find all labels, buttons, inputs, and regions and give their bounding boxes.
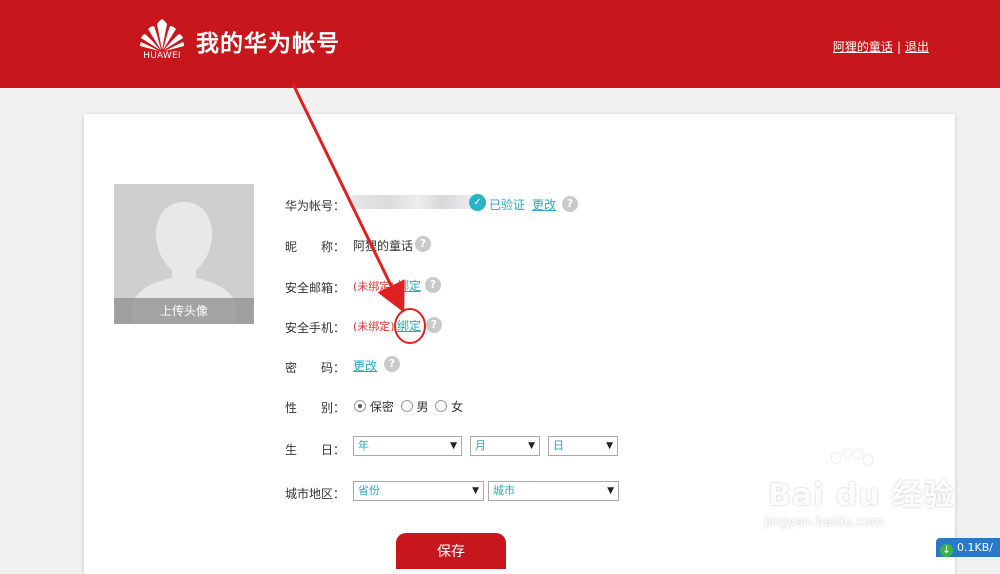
account-change-link[interactable]: 更改 [532,196,556,213]
page-title: 我的华为帐号 [196,31,340,57]
password-change-link-text[interactable]: 更改 [353,359,377,373]
gender-label: 性 别： [285,401,346,415]
username-link[interactable]: 阿狸的童话 [833,40,893,54]
account-label: 华为帐号： [285,199,346,213]
top-header: HUAWEI 我的华为帐号 阿狸的童话 | 退出 [0,0,1000,88]
province-select[interactable]: 省份 ▼ [353,481,484,501]
phone-status: (未绑定) [353,320,395,333]
birthday-month-select[interactable]: 月 ▼ [470,436,540,456]
birthday-month-value: 月 [475,439,486,452]
birthday-day-select[interactable]: 日 ▼ [548,436,618,456]
birthday-year-select[interactable]: 年 ▼ [353,436,462,456]
gender-radio-female[interactable] [435,400,448,412]
download-speed-widget[interactable]: ↓ 0.1KB/ [936,538,1000,557]
logout-link[interactable]: 退出 [905,40,929,54]
baidu-watermark: Bai du 经验 [768,478,955,513]
gender-option-male: 男 [416,400,429,414]
phone-bind-link-text[interactable]: 绑定 [397,319,421,333]
account-value-masked [352,195,472,209]
gender-option-secret: 保密 [369,400,394,414]
dropdown-arrow-icon: ▼ [450,441,457,451]
dropdown-arrow-icon: ▼ [528,441,535,451]
birthday-label: 生 日： [285,443,346,457]
region-label: 城市地区： [285,487,346,501]
password-label: 密 码： [285,361,346,375]
verified-text: 已验证 [489,198,526,212]
nickname-value: 阿狸的童话 [353,239,414,253]
password-help-icon[interactable]: ? [384,356,400,372]
account-change-link-text[interactable]: 更改 [532,198,556,212]
city-select[interactable]: 城市 ▼ [488,481,619,501]
dropdown-arrow-icon: ▼ [607,486,614,496]
dropdown-arrow-icon: ▼ [472,486,479,496]
phone-help-icon[interactable]: ? [426,317,442,333]
phone-label: 安全手机： [285,321,346,335]
gender-radio-male[interactable] [400,400,413,412]
province-value: 省份 [358,484,380,497]
birthday-year-value: 年 [358,439,369,452]
dropdown-arrow-icon: ▼ [606,441,613,451]
check-icon: ✓ [469,194,486,211]
birthday-day-value: 日 [553,439,564,452]
user-links: 阿狸的童话 | 退出 [833,38,929,55]
phone-bind-link[interactable]: 绑定 [397,317,421,334]
nickname-label: 昵 称： [285,240,346,254]
email-status: (未绑定) [353,280,395,293]
baidu-watermark-url: jingyan.baidu.com [764,515,884,530]
city-value: 城市 [493,484,515,497]
huawei-logo[interactable]: HUAWEI [138,18,186,62]
password-change-link[interactable]: 更改 [353,357,377,374]
email-help-icon[interactable]: ? [425,277,441,293]
save-button[interactable]: 保存 [396,533,506,569]
download-arrow-icon: ↓ [940,544,953,557]
email-bind-link-text[interactable]: 绑定 [397,279,421,293]
avatar-caption: 上传头像 [114,298,254,324]
avatar-upload[interactable]: 上传头像 [114,184,254,324]
gender-option-female: 女 [451,400,464,414]
email-label: 安全邮箱： [285,281,346,295]
gender-radio-secret[interactable] [354,400,366,412]
account-help-icon[interactable]: ? [562,196,578,212]
link-separator: | [896,40,901,54]
download-speed-value: 0.1KB/ [957,541,993,554]
nickname-help-icon[interactable]: ? [415,236,431,252]
email-bind-link[interactable]: 绑定 [397,277,421,294]
gender-radio-group: 保密 男 女 [354,398,463,415]
logo-text: HUAWEI [143,51,181,61]
huawei-petals-icon [140,19,184,51]
